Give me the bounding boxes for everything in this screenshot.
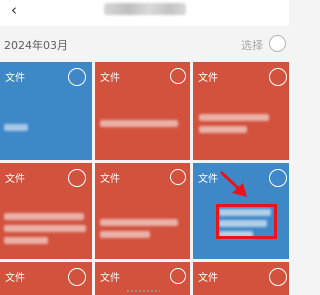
file-name-redacted (4, 225, 86, 232)
file-select-checkbox[interactable] (68, 68, 86, 86)
file-tile[interactable]: 文件 (193, 62, 289, 160)
file-select-checkbox[interactable] (68, 268, 86, 286)
file-select-checkbox[interactable] (269, 169, 287, 187)
file-name-redacted (4, 237, 48, 244)
file-tile[interactable]: 文件 (95, 163, 190, 259)
date-group-header: 2024年03月 选择 (0, 26, 289, 62)
file-tile-label: 文件 (100, 73, 120, 84)
file-name-redacted (100, 120, 178, 127)
date-group-label: 2024年03月 (4, 39, 68, 52)
file-select-checkbox[interactable] (269, 68, 287, 86)
file-tile[interactable]: 文件 (193, 262, 289, 295)
file-tile-label: 文件 (198, 273, 218, 284)
file-tile[interactable]: 文件 (0, 163, 92, 259)
file-name-redacted (100, 219, 178, 226)
file-tile[interactable]: 文件 (95, 62, 190, 160)
file-select-checkbox[interactable] (170, 268, 186, 284)
file-select-checkbox[interactable] (269, 268, 287, 286)
file-tile[interactable]: 文件 (0, 262, 92, 295)
select-all-checkbox[interactable] (269, 35, 286, 52)
file-tile-label: 文件 (5, 273, 25, 284)
file-select-checkbox[interactable] (68, 169, 86, 187)
chevron-left-icon[interactable]: ‹ (6, 1, 22, 19)
file-tile-label: 文件 (5, 73, 25, 84)
file-name-redacted (199, 126, 247, 133)
top-bar: ‹ (0, 0, 289, 26)
file-name-redacted (100, 231, 150, 238)
file-tile-label: 文件 (198, 174, 218, 185)
file-tile[interactable]: 文件 (0, 62, 92, 160)
file-select-checkbox[interactable] (170, 169, 186, 185)
file-tile-label: 文件 (198, 73, 218, 84)
file-name-redacted (199, 114, 269, 121)
file-select-checkbox[interactable] (170, 68, 186, 84)
file-tile-label: 文件 (5, 174, 25, 185)
annotation-highlight-box (216, 204, 277, 239)
select-button[interactable]: 选择 (241, 37, 263, 53)
file-tile-label: 文件 (100, 273, 120, 284)
file-tile-label: 文件 (100, 174, 120, 185)
file-name-redacted (4, 213, 84, 220)
page-title-redacted (104, 3, 186, 15)
scroll-indicator (126, 290, 160, 292)
file-name-redacted (4, 124, 28, 131)
